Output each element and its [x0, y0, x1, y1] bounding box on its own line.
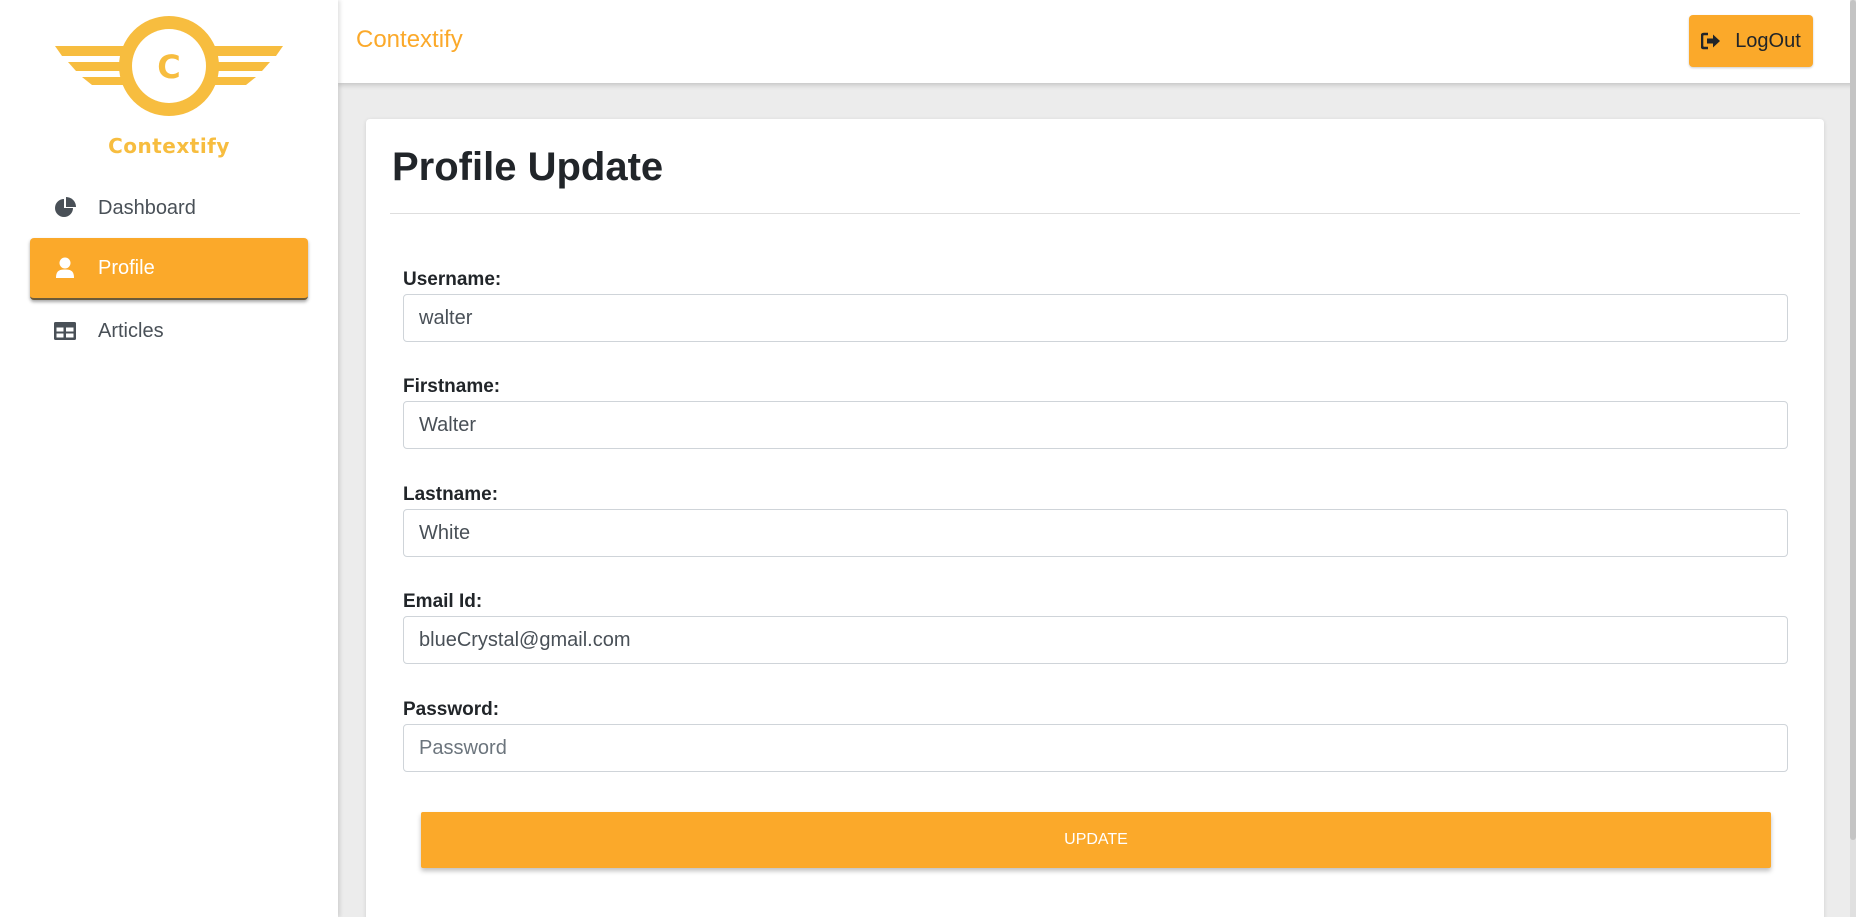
profile-update-card: Profile Update Username: Firstname: Last… [366, 119, 1824, 917]
sign-out-icon [1701, 31, 1721, 51]
divider [390, 213, 1800, 214]
lastname-label: Lastname: [403, 484, 499, 505]
sidebar-item-profile[interactable]: Profile [30, 238, 308, 300]
username-label: Username: [403, 269, 502, 290]
sidebar: C Contextify Dashboard Profile Articles [0, 0, 338, 917]
sidebar-item-label: Dashboard [98, 196, 196, 219]
table-icon [52, 318, 78, 344]
logout-label: LogOut [1735, 29, 1801, 52]
sidebar-item-articles[interactable]: Articles [30, 300, 308, 362]
sidebar-item-label: Profile [98, 256, 155, 279]
update-button[interactable]: UPDATE [421, 812, 1771, 868]
logo-emblem-icon: C [55, 16, 283, 116]
logo-text: Contextify [108, 134, 230, 158]
scrollbar-thumb[interactable] [1850, 0, 1856, 840]
username-input[interactable] [403, 294, 1788, 342]
password-input[interactable] [403, 724, 1788, 772]
sidebar-item-label: Articles [98, 319, 164, 342]
password-label: Password: [403, 699, 500, 720]
page-scrollbar[interactable] [1850, 0, 1856, 917]
logout-button[interactable]: LogOut [1689, 15, 1813, 67]
top-navbar: Contextify LogOut [338, 0, 1856, 83]
brand-link[interactable]: Contextify [356, 26, 463, 54]
logo[interactable]: C Contextify [50, 10, 288, 160]
firstname-input[interactable] [403, 401, 1788, 449]
pie-chart-icon [52, 195, 78, 221]
lastname-input[interactable] [403, 509, 1788, 557]
email-label: Email Id: [403, 591, 483, 612]
email-input[interactable] [403, 616, 1788, 664]
logo-letter: C [157, 48, 180, 86]
user-icon [52, 255, 78, 281]
firstname-label: Firstname: [403, 376, 501, 397]
sidebar-item-dashboard[interactable]: Dashboard [30, 177, 308, 239]
page-title: Profile Update [392, 145, 664, 189]
